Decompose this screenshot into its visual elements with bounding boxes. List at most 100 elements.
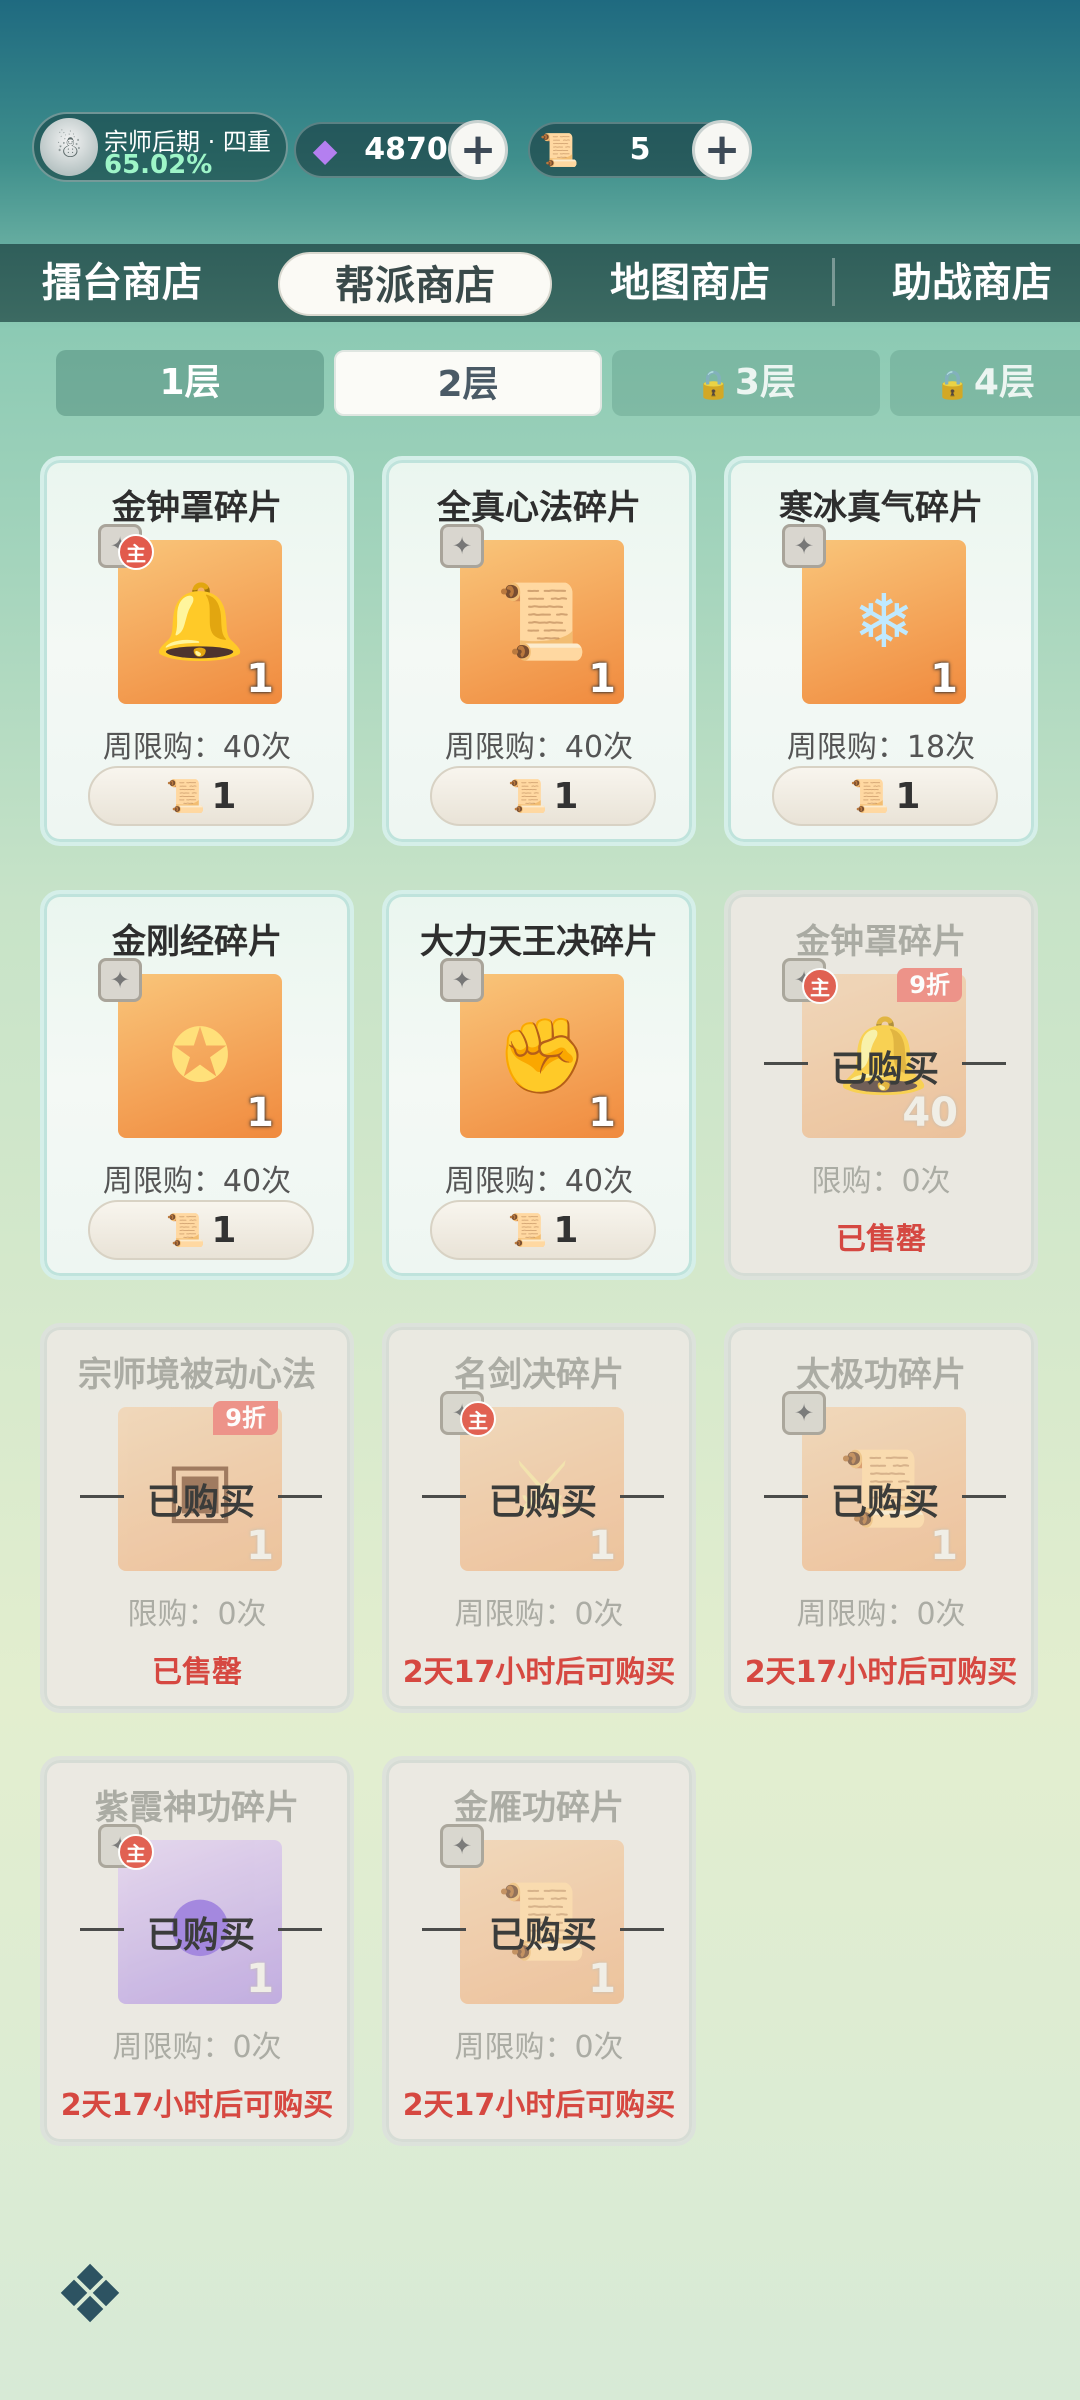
scroll-currency: 📜 5 + (528, 120, 752, 180)
shop-item-card[interactable]: 金刚经碎片 ✪ 1 ✦ 周限购：40次 📜 1 (40, 890, 354, 1280)
floor-tab-1[interactable]: 1层 (56, 350, 324, 416)
item-name: 名剑决碎片 (454, 1355, 624, 1395)
item-count: 1 (246, 1956, 274, 2002)
shop-item-card[interactable]: 金钟罩碎片 🔔40 ✦ 主 9折 已购买 限购：0次 已售罄 (724, 890, 1038, 1280)
scroll-icon: 📜 (507, 1211, 548, 1249)
discount-badge: 9折 (897, 968, 962, 1002)
bought-label: 已购买 (758, 1473, 1012, 1525)
floor-tab-2[interactable]: 2层 (334, 350, 602, 416)
item-name: 宗师境被动心法 (78, 1355, 316, 1395)
item-count: 1 (246, 1523, 274, 1569)
scroll-icon: 📜 (165, 1211, 206, 1249)
rank-progress: 65.02% (104, 150, 213, 180)
main-badge: 主 (118, 1834, 154, 1870)
main-badge: 主 (460, 1401, 496, 1437)
sold-out-status: 已售罄 (152, 1655, 242, 1690)
bought-label: 已购买 (758, 1040, 1012, 1092)
floor-tab-3[interactable]: 🔒 3层 (612, 350, 880, 416)
item-name: 金钟罩碎片 (796, 922, 966, 962)
price: 1 (211, 1209, 237, 1251)
shop-tab-bar: 擂台商店 帮派商店 地图商店 助战商店 (0, 244, 1080, 322)
cooldown-status: 2天17小时后可购买 (744, 1655, 1018, 1690)
fragment-icon: ✦ (440, 1824, 484, 1868)
purchase-limit: 限购：0次 (127, 1597, 267, 1632)
purchase-limit: 周限购：40次 (102, 1164, 292, 1199)
buy-button[interactable]: 📜 1 (88, 1200, 314, 1260)
shop-item-card[interactable]: 宗师境被动心法 ▣ 1 9折 已购买 限购：0次 已售罄 (40, 1323, 354, 1713)
item-count: 40 (902, 1090, 958, 1136)
avatar: ☃ (40, 118, 98, 176)
shop-item-card[interactable]: 紫霞神功碎片 ●1 ✦ 主 已购买 周限购：0次 2天17小时后可购买 (40, 1756, 354, 2146)
item-name: 大力天王决碎片 (420, 922, 658, 962)
bought-label: 已购买 (74, 1473, 328, 1525)
cooldown-status: 2天17小时后可购买 (60, 2088, 334, 2123)
add-gem-button[interactable]: + (448, 120, 508, 180)
price: 1 (553, 1209, 579, 1251)
fragment-icon: ✦ (782, 524, 826, 568)
buy-button[interactable]: 📜 1 (88, 766, 314, 826)
item-name: 紫霞神功碎片 (95, 1788, 299, 1828)
tab-assist-shop[interactable]: 助战商店 (892, 244, 1052, 322)
shop-item-card[interactable]: 名剑决碎片 ⚔1 ✦ 主 已购买 周限购：0次 2天17小时后可购买 (382, 1323, 696, 1713)
fragment-icon: ✦ (440, 958, 484, 1002)
tab-map-shop[interactable]: 地图商店 (610, 244, 770, 322)
menu-diamond-icon[interactable]: ❖ (34, 2244, 146, 2344)
item-image: 📜 1 (460, 540, 624, 704)
purchase-limit: 限购：0次 (811, 1164, 951, 1199)
item-count: 1 (588, 1090, 616, 1136)
shop-item-card[interactable]: 全真心法碎片 📜 1 ✦ 周限购：40次 📜 1 (382, 456, 696, 846)
item-count: 1 (930, 1523, 958, 1569)
lock-icon: 🔒 (935, 368, 970, 401)
item-name: 金钟罩碎片 (112, 488, 282, 528)
buy-button[interactable]: 📜 1 (430, 766, 656, 826)
purchase-limit: 周限购：0次 (112, 2030, 282, 2065)
purchase-limit: 周限购：40次 (444, 1164, 634, 1199)
tab-arena-shop[interactable]: 擂台商店 (42, 244, 202, 322)
shop-item-card[interactable]: 大力天王决碎片 ✊ 1 ✦ 周限购：40次 📜 1 (382, 890, 696, 1280)
purchase-limit: 周限购：0次 (454, 2030, 624, 2065)
rank-panel[interactable]: ☃ 宗师后期 · 四重 65.02% (32, 112, 288, 182)
shop-item-card[interactable]: 金雁功碎片 📜 1 ✦ 已购买 周限购：0次 2天17小时后可购买 (382, 1756, 696, 2146)
item-name: 全真心法碎片 (437, 488, 641, 528)
ice-crystal-icon: ❄ (852, 579, 915, 665)
item-count: 1 (246, 656, 274, 702)
red-fist-icon: ✊ (495, 1012, 589, 1099)
scroll-icon: 📜 (849, 777, 890, 815)
purchase-limit: 周限购：40次 (102, 730, 292, 765)
sold-out-status: 已售罄 (836, 1222, 926, 1257)
price: 1 (211, 775, 237, 817)
scroll-art-icon: 📜 (495, 578, 589, 665)
bought-label: 已购买 (416, 1906, 670, 1958)
shop-item-card[interactable]: 金钟罩碎片 🔔1 ✦ 主 周限购：40次 📜1 (40, 456, 354, 846)
shop-item-card[interactable]: 寒冰真气碎片 ❄ 1 ✦ 周限购：18次 📜 1 (724, 456, 1038, 846)
purchase-limit: 周限购：40次 (444, 730, 634, 765)
shop-item-card[interactable]: 太极功碎片 📜 1 ✦ 已购买 周限购：0次 2天17小时后可购买 (724, 1323, 1038, 1713)
main-badge: 主 (118, 534, 154, 570)
scroll-icon: 📜 (165, 777, 206, 815)
scroll-icon: 📜 (507, 777, 548, 815)
item-name: 金刚经碎片 (112, 922, 282, 962)
item-count: 1 (588, 1956, 616, 2002)
tab-guild-shop[interactable]: 帮派商店 (278, 252, 552, 316)
bought-label: 已购买 (416, 1473, 670, 1525)
floor-tab-label: 4层 (973, 362, 1035, 403)
purchase-limit: 周限购：18次 (786, 730, 976, 765)
add-scroll-button[interactable]: + (692, 120, 752, 180)
fragment-icon: ✦ (98, 958, 142, 1002)
item-image: ✊ 1 (460, 974, 624, 1138)
bell-icon: 🔔 (153, 578, 247, 665)
floor-tab-4[interactable]: 🔒 4层 (890, 350, 1080, 416)
gem-currency: ◆ 4870 + (294, 120, 508, 180)
item-count: 1 (588, 656, 616, 702)
price: 1 (895, 775, 921, 817)
purchase-limit: 周限购：0次 (454, 1597, 624, 1632)
golden-disc-icon: ✪ (168, 1013, 231, 1099)
buy-button[interactable]: 📜 1 (430, 1200, 656, 1260)
cooldown-status: 2天17小时后可购买 (402, 2088, 676, 2123)
scroll-icon: 📜 (539, 131, 579, 169)
buy-button[interactable]: 📜 1 (772, 766, 998, 826)
cooldown-status: 2天17小时后可购买 (402, 1655, 676, 1690)
price: 1 (553, 775, 579, 817)
fragment-icon: ✦ (782, 1391, 826, 1435)
item-name: 金雁功碎片 (454, 1788, 624, 1828)
